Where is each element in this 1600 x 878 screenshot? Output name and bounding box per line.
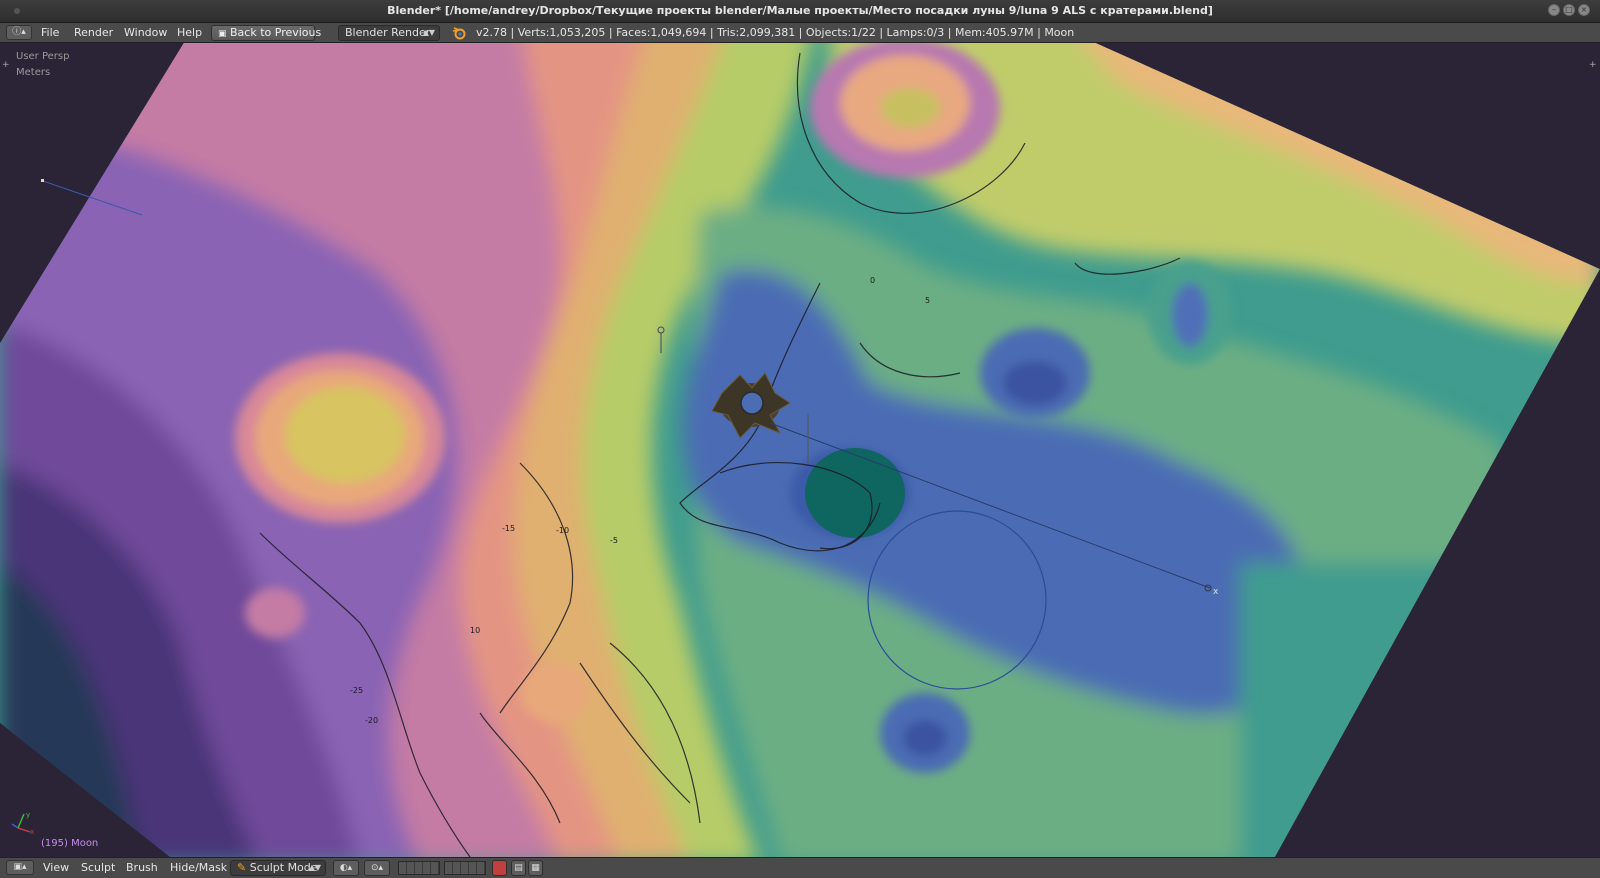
contour-label: 0 [870, 276, 875, 285]
landing-crater [805, 448, 905, 538]
view-name: User Persp [16, 51, 70, 62]
3d-viewport[interactable]: -15 -10 -5 0 5 10 -20 -25 x User Persp M… [0, 43, 1600, 857]
window-titlebar: Blender* [/home/andrey/Dropbox/Текущие п… [0, 0, 1600, 23]
render-engine-select[interactable]: Blender Render ▲▼ [338, 25, 440, 41]
gizmo-label-x: x [30, 828, 34, 836]
terrain-mesh[interactable]: -15 -10 -5 0 5 10 -20 -25 x [0, 43, 1600, 857]
axis-gizmo: y x [11, 811, 34, 836]
active-object-info: (195) Moon [41, 838, 99, 849]
contour-label: -20 [365, 716, 378, 725]
minimize-icon[interactable]: – [1548, 4, 1560, 16]
contour-label: -5 [610, 536, 618, 545]
menu-brush[interactable]: Brush [126, 861, 158, 874]
sculpt-brush-icon: ✎ [237, 861, 247, 874]
menu-render[interactable]: Render [74, 26, 113, 39]
mode-select[interactable]: ✎ Sculpt Mode ▲▼ [230, 860, 326, 876]
menu-help[interactable]: Help [177, 26, 202, 39]
grid-units: Meters [16, 67, 51, 78]
back-to-previous-button[interactable]: ▣ Back to Previous [211, 25, 321, 41]
3d-view-header: ▣▴ View Sculpt Brush Hide/Mask ✎ Sculpt … [0, 857, 1600, 878]
menu-view[interactable]: View [43, 861, 69, 874]
layer-buttons-2[interactable] [444, 861, 486, 875]
contour-label: -15 [502, 524, 515, 533]
screen-back-icon: ▣ [218, 29, 227, 39]
back-to-previous-label: Back to Previous [230, 26, 322, 39]
pivot-point-icon[interactable]: ⊙▴ [364, 860, 390, 876]
lock-camera-icon[interactable] [492, 860, 507, 876]
render-engine-label: Blender Render [345, 26, 431, 39]
contour-label: -25 [350, 686, 363, 695]
empty-axis-label-x: x [1213, 587, 1219, 597]
editor-type-3dview-icon[interactable]: ▣▴ [6, 860, 34, 875]
contour-label: 5 [925, 296, 930, 305]
menu-hide-mask[interactable]: Hide/Mask [170, 861, 227, 874]
render-animation-icon[interactable]: ▦ [528, 860, 543, 876]
lamp-object-icon[interactable] [41, 179, 44, 182]
close-icon[interactable]: × [1578, 4, 1590, 16]
scene-stats: v2.78 | Verts:1,053,205 | Faces:1,049,69… [476, 26, 1075, 39]
window-title: Blender* [/home/andrey/Dropbox/Текущие п… [387, 4, 1213, 17]
properties-expand-icon[interactable]: + [1589, 60, 1597, 70]
contour-label: -10 [556, 526, 569, 535]
menu-window[interactable]: Window [124, 26, 167, 39]
select-arrows-icon: ▲▼ [422, 28, 435, 37]
editor-type-info-icon[interactable]: ⓘ▴ [6, 25, 32, 40]
maximize-icon[interactable]: □ [1563, 4, 1575, 16]
menu-sculpt[interactable]: Sculpt [81, 861, 115, 874]
blender-logo-icon [452, 27, 466, 40]
mode-label: Sculpt Mode [249, 861, 318, 874]
gizmo-label-y: y [26, 811, 30, 819]
crater-left [235, 353, 445, 523]
info-header: ⓘ▴ File Render Window Help ▣ Back to Pre… [0, 23, 1600, 43]
layer-buttons-1[interactable] [398, 861, 440, 875]
toolshelf-expand-icon[interactable]: + [2, 60, 10, 70]
menu-file[interactable]: File [41, 26, 59, 39]
contour-label: 10 [470, 626, 480, 635]
render-opengl-icon[interactable]: ▤ [511, 860, 526, 876]
select-arrows-icon: ▲▼ [308, 863, 321, 872]
crater-top [810, 43, 1000, 178]
viewport-shading-icon[interactable]: ◐▴ [333, 860, 359, 876]
